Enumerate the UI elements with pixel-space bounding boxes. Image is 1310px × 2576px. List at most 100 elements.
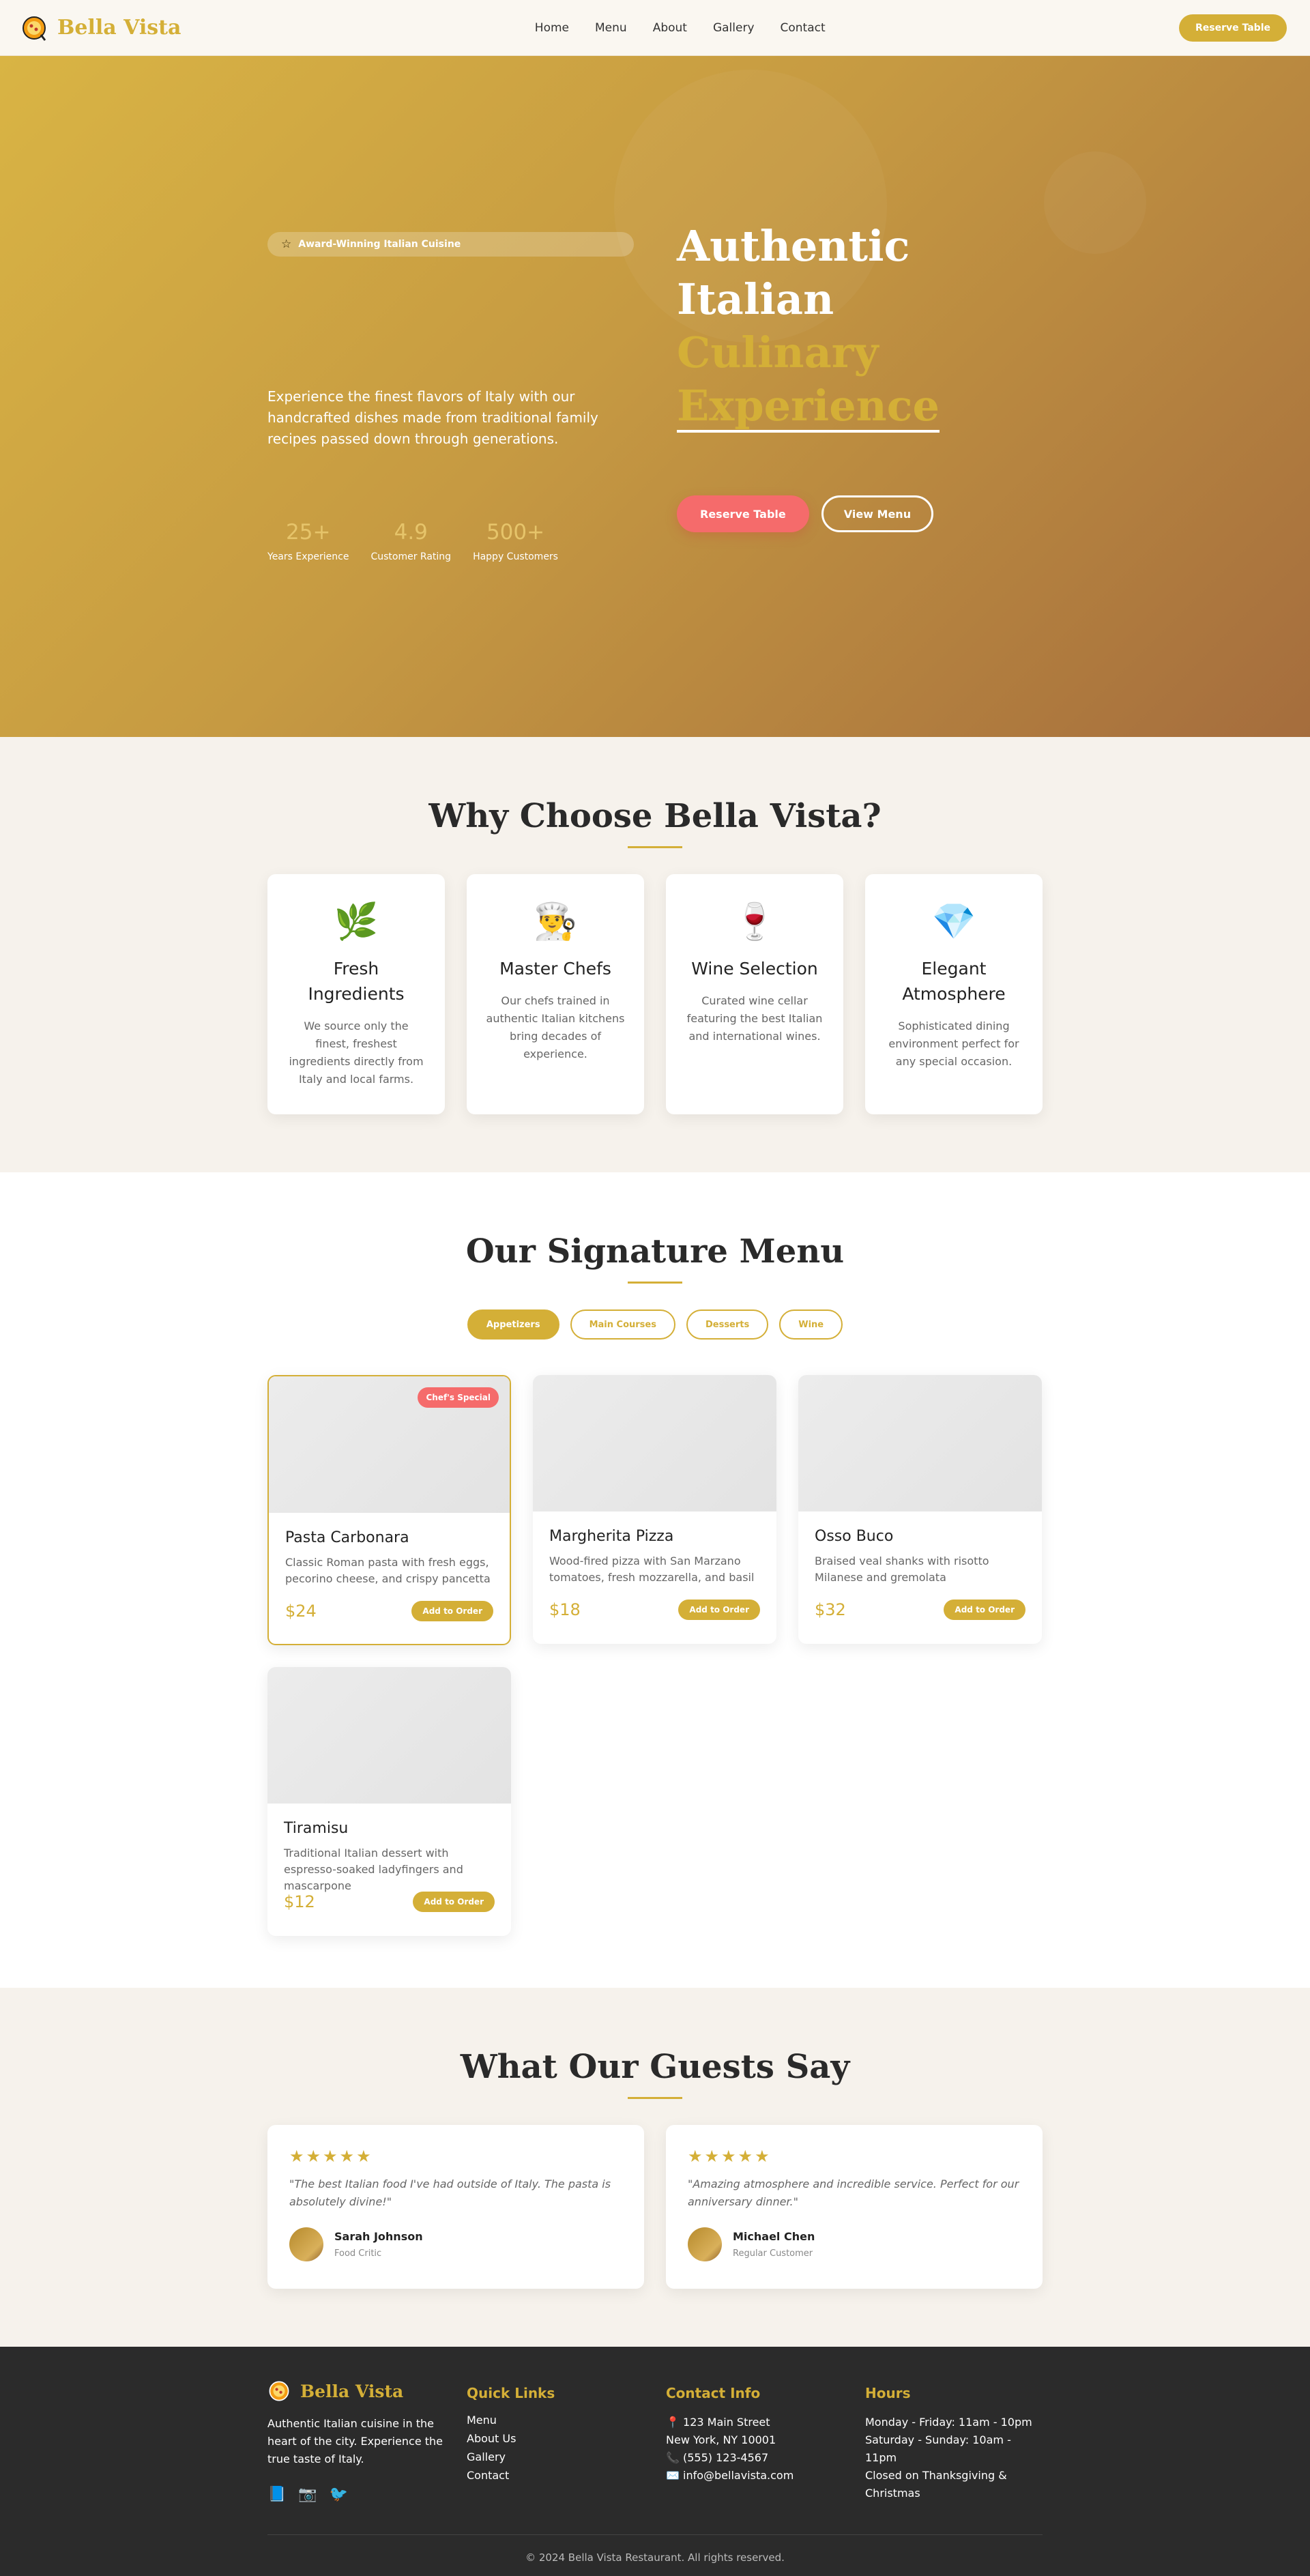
site-footer: Bella Vista Authentic Italian cuisine in… bbox=[0, 2347, 1310, 2576]
testimonial-quote: "Amazing atmosphere and incredible servi… bbox=[688, 2177, 1019, 2208]
dish-price: $24 bbox=[285, 1602, 317, 1621]
pizza-icon bbox=[23, 16, 46, 41]
hours-closed: Closed on Thanksgiving & Christmas bbox=[865, 2469, 1007, 2500]
why-title: Why Choose Bella Vista? bbox=[428, 797, 882, 835]
hero-stats: 25+ Years Experience 4.9 Customer Rating… bbox=[267, 520, 558, 562]
dish-price: $32 bbox=[815, 1600, 846, 1619]
hero-description: Experience the finest flavors of Italy w… bbox=[267, 388, 598, 447]
footer-about-text: Authentic Italian cuisine in the heart o… bbox=[267, 2417, 443, 2465]
nav-reserve-button[interactable]: Reserve Table bbox=[1178, 14, 1287, 42]
nav-link-menu[interactable]: Menu bbox=[595, 21, 627, 35]
award-badge-text: Award-Winning Italian Cuisine bbox=[298, 239, 461, 250]
gem-icon: 💎 bbox=[931, 901, 976, 942]
footer-link-about[interactable]: About Us bbox=[467, 2432, 644, 2445]
stat-label: Customer Rating bbox=[370, 551, 452, 562]
dish-price: $12 bbox=[284, 1892, 315, 1911]
hero-title: Authentic Italian Culinary Experience bbox=[677, 220, 1059, 433]
award-badge: ☆ Award-Winning Italian Cuisine bbox=[267, 232, 634, 257]
footer-brand-name: Bella Vista bbox=[300, 2381, 404, 2401]
view-menu-button[interactable]: View Menu bbox=[821, 495, 934, 532]
hours-weekday: Monday - Friday: 11am - 10pm bbox=[865, 2416, 1032, 2429]
dish-desc: Wood-fired pizza with San Marzano tomato… bbox=[549, 1554, 755, 1584]
star-rating-icon: ★★★★★ bbox=[289, 2147, 373, 2166]
footer-quick-links: Quick Links Menu About Us Gallery Contac… bbox=[467, 2379, 644, 2503]
hero-buttons: Reserve Table View Menu bbox=[677, 495, 1059, 532]
herb-icon: 🌿 bbox=[334, 901, 379, 942]
social-links: 📘 📷 🐦 bbox=[267, 2486, 445, 2503]
twitter-icon[interactable]: 🐦 bbox=[330, 2486, 348, 2503]
nav-link-gallery[interactable]: Gallery bbox=[713, 21, 755, 35]
add-to-order-button[interactable]: Add to Order bbox=[413, 1892, 495, 1912]
footer-contact: Contact Info 📍 123 Main Street New York,… bbox=[666, 2379, 843, 2503]
testimonial-list: ★★★★★ "The best Italian food I've had ou… bbox=[0, 2125, 1310, 2289]
feature-desc: Our chefs trained in authentic Italian k… bbox=[486, 994, 625, 1060]
nav-link-contact[interactable]: Contact bbox=[781, 21, 826, 35]
filter-main-courses[interactable]: Main Courses bbox=[570, 1309, 675, 1340]
hours-weekend: Saturday - Sunday: 10am - 11pm bbox=[865, 2433, 1011, 2464]
author-role: Food Critic bbox=[334, 2248, 382, 2259]
dish-name: Pasta Carbonara bbox=[285, 1529, 409, 1546]
menu-section: Our Signature Menu Appetizers Main Cours… bbox=[0, 1172, 1310, 1988]
title-divider bbox=[628, 2097, 682, 2099]
author-name: Sarah Johnson bbox=[334, 2230, 423, 2243]
brand-name: Bella Vista bbox=[57, 16, 181, 40]
filter-desserts[interactable]: Desserts bbox=[686, 1309, 769, 1340]
feature-title: Wine Selection bbox=[691, 959, 818, 979]
feature-title: Fresh Ingredients bbox=[308, 959, 405, 1004]
filter-appetizers[interactable]: Appetizers bbox=[467, 1309, 559, 1340]
add-to-order-button[interactable]: Add to Order bbox=[411, 1601, 493, 1621]
author-role: Regular Customer bbox=[733, 2248, 813, 2259]
chefs-special-badge: Chef's Special bbox=[418, 1387, 499, 1408]
feature-list: 🌿 Fresh Ingredients We source only the f… bbox=[0, 874, 1310, 1114]
why-section: Why Choose Bella Vista? 🌿 Fresh Ingredie… bbox=[0, 737, 1310, 1172]
dish-desc: Classic Roman pasta with fresh eggs, pec… bbox=[285, 1556, 491, 1585]
filter-wine[interactable]: Wine bbox=[779, 1309, 843, 1340]
dish-price: $18 bbox=[549, 1600, 581, 1619]
hero-title-line2: Culinary bbox=[677, 328, 879, 377]
dish-image bbox=[267, 1667, 511, 1804]
footer-brand[interactable]: Bella Vista bbox=[267, 2379, 445, 2403]
menu-card-body: Margherita Pizza Wood-fired pizza with S… bbox=[533, 1511, 776, 1620]
dish-footer: $24 Add to Order bbox=[285, 1601, 493, 1621]
nav-link-about[interactable]: About bbox=[653, 21, 687, 35]
author-name: Michael Chen bbox=[733, 2230, 815, 2243]
menu-card-body: Pasta Carbonara Classic Roman pasta with… bbox=[269, 1513, 510, 1621]
footer-link-contact[interactable]: Contact bbox=[467, 2469, 644, 2482]
feature-desc: Curated wine cellar featuring the best I… bbox=[686, 994, 823, 1043]
testimonial-card: ★★★★★ "Amazing atmosphere and incredible… bbox=[666, 2125, 1043, 2289]
avatar bbox=[688, 2227, 722, 2261]
menu-title: Our Signature Menu bbox=[465, 1232, 845, 1271]
stat-customers: 500+ Happy Customers bbox=[473, 520, 558, 562]
testimonials-title: What Our Guests Say bbox=[460, 2048, 850, 2086]
menu-card-body: Tiramisu Traditional Italian dessert wit… bbox=[267, 1804, 511, 1912]
dish-name: Margherita Pizza bbox=[549, 1528, 674, 1545]
hero-title-line3: Experience bbox=[677, 382, 940, 433]
hero-section: ☆ Award-Winning Italian Cuisine Experien… bbox=[0, 56, 1310, 737]
pizza-icon bbox=[269, 2381, 289, 2401]
instagram-icon[interactable]: 📷 bbox=[298, 2486, 317, 2503]
contact-phone[interactable]: 📞 (555) 123-4567 bbox=[666, 2449, 843, 2467]
dish-image bbox=[798, 1375, 1042, 1511]
brand-logo[interactable]: Bella Vista bbox=[20, 14, 181, 42]
stat-number: 4.9 bbox=[394, 520, 428, 545]
add-to-order-button[interactable]: Add to Order bbox=[944, 1600, 1025, 1620]
quick-links-title: Quick Links bbox=[467, 2385, 555, 2401]
nav-link-home[interactable]: Home bbox=[535, 21, 569, 35]
wine-glass-icon: 🍷 bbox=[732, 901, 777, 942]
menu-card: Tiramisu Traditional Italian dessert wit… bbox=[267, 1667, 511, 1936]
footer-link-gallery[interactable]: Gallery bbox=[467, 2450, 644, 2463]
feature-card: 👨‍🍳 Master Chefs Our chefs trained in au… bbox=[467, 874, 644, 1114]
testimonials-section: What Our Guests Say ★★★★★ "The best Ital… bbox=[0, 1988, 1310, 2347]
footer-columns: Bella Vista Authentic Italian cuisine in… bbox=[267, 2347, 1043, 2504]
contact-city: New York, NY 10001 bbox=[666, 2433, 776, 2446]
stat-years: 25+ Years Experience bbox=[267, 520, 349, 562]
hero-reserve-button[interactable]: Reserve Table bbox=[677, 495, 809, 532]
hours-title: Hours bbox=[865, 2385, 911, 2401]
dish-desc: Braised veal shanks with risotto Milanes… bbox=[815, 1554, 989, 1584]
footer-link-menu[interactable]: Menu bbox=[467, 2414, 644, 2427]
facebook-icon[interactable]: 📘 bbox=[267, 2486, 286, 2503]
add-to-order-button[interactable]: Add to Order bbox=[678, 1600, 760, 1620]
testimonial-author: Sarah Johnson Food Critic bbox=[289, 2227, 622, 2261]
contact-email[interactable]: ✉️ info@bellavista.com bbox=[666, 2467, 843, 2485]
footer-about: Bella Vista Authentic Italian cuisine in… bbox=[267, 2379, 445, 2504]
